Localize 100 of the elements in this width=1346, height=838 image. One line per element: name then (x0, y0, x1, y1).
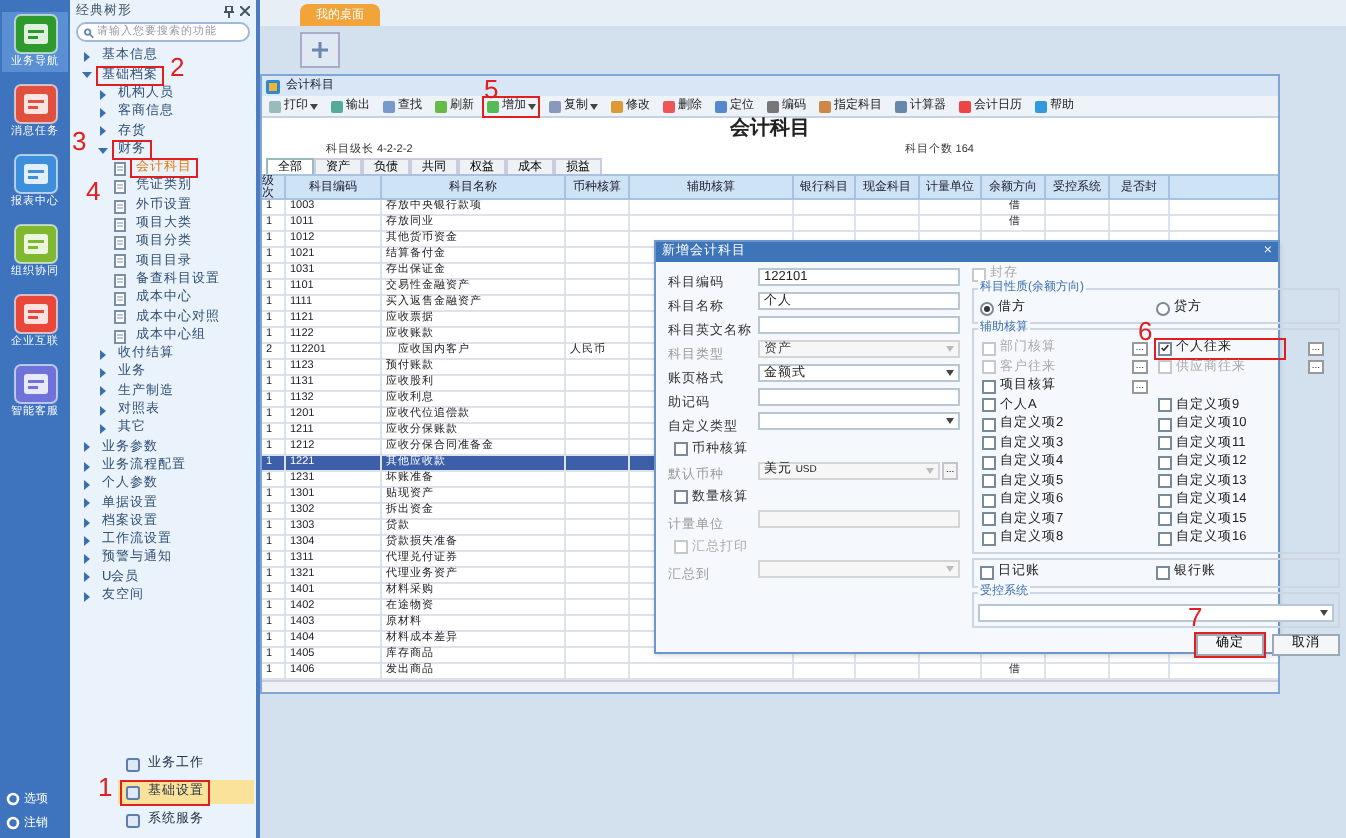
toolbar-icon (1034, 99, 1048, 113)
radio-button[interactable] (1156, 301, 1170, 316)
toolbar-icon (818, 99, 832, 113)
expand-caret-icon[interactable] (82, 517, 92, 528)
document-icon (114, 236, 126, 251)
collapse-caret-icon[interactable] (82, 70, 92, 81)
checkbox[interactable] (982, 474, 996, 489)
checkbox[interactable] (674, 442, 688, 457)
toolbar-icon (958, 99, 972, 113)
expand-caret-icon[interactable] (98, 126, 108, 137)
document-icon (114, 329, 126, 344)
expand-caret-icon[interactable] (82, 498, 92, 509)
checkbox[interactable] (1158, 474, 1172, 489)
collapse-caret-icon[interactable] (98, 145, 108, 156)
expand-caret-icon[interactable] (82, 535, 92, 546)
toolbar-icon (268, 99, 282, 113)
text-field[interactable] (758, 316, 960, 335)
toolbar-icon (610, 99, 624, 113)
step-number: 7 (1188, 603, 1203, 630)
checkbox[interactable] (1156, 565, 1170, 580)
expand-caret-icon[interactable] (98, 405, 108, 416)
expand-caret-icon[interactable] (82, 554, 92, 565)
document-icon (114, 180, 126, 195)
checkbox[interactable] (1158, 531, 1172, 546)
horizontal-scrollbar[interactable] (262, 680, 1278, 692)
plus-icon (312, 42, 328, 58)
expand-caret-icon[interactable] (82, 479, 92, 490)
expand-caret-icon[interactable] (82, 442, 92, 453)
checkbox[interactable] (1158, 455, 1172, 470)
step-number: 4 (86, 177, 101, 204)
toolbar-icon (434, 99, 448, 113)
expand-caret-icon[interactable] (82, 591, 92, 602)
dropdown-caret-icon (926, 467, 934, 474)
dropdown-caret-icon (1320, 609, 1328, 616)
document-icon (114, 161, 126, 176)
document-icon (114, 199, 126, 214)
dropdown-caret-icon[interactable] (310, 103, 318, 109)
toolbar-icon (714, 99, 728, 113)
toolbar-icon (766, 99, 780, 113)
document-icon (114, 273, 126, 288)
text-field[interactable] (758, 388, 960, 407)
toolbar-icon (548, 99, 562, 113)
toolbar-icon (330, 99, 344, 113)
checkbox[interactable] (982, 455, 996, 470)
checkbox[interactable] (982, 417, 996, 432)
dropdown-caret-icon (946, 346, 954, 353)
expand-caret-icon[interactable] (98, 424, 108, 435)
expand-caret-icon[interactable] (98, 89, 108, 100)
checkbox[interactable] (982, 493, 996, 508)
desktop-shortcut[interactable] (300, 32, 340, 68)
dropdown-caret-icon (946, 566, 954, 573)
checkbox[interactable] (1158, 512, 1172, 527)
checkbox[interactable] (982, 512, 996, 527)
checkbox[interactable] (1158, 417, 1172, 432)
step-number: 2 (170, 54, 185, 81)
document-icon (114, 217, 126, 232)
toolbar-icon (486, 99, 500, 113)
checkbox[interactable] (674, 490, 688, 505)
app-icon (266, 79, 280, 93)
app-icon (13, 154, 57, 194)
document-icon (114, 254, 126, 269)
document-icon (114, 292, 126, 306)
toolbar-icon (662, 99, 676, 113)
expand-caret-icon[interactable] (98, 349, 108, 360)
dropdown-caret-icon[interactable] (528, 103, 536, 109)
document-icon (114, 310, 126, 325)
expand-caret-icon[interactable] (82, 52, 92, 63)
checkbox[interactable] (1158, 398, 1172, 413)
expand-caret-icon[interactable] (98, 108, 108, 119)
toolbar-icon (894, 99, 908, 113)
checkbox[interactable] (982, 398, 996, 413)
app-icon (13, 294, 57, 334)
expand-caret-icon[interactable] (82, 461, 92, 472)
expand-caret-icon[interactable] (98, 368, 108, 379)
checkbox[interactable] (1158, 493, 1172, 508)
dropdown-caret-icon (946, 418, 954, 425)
step-number: 6 (1138, 317, 1153, 344)
app-icon (13, 224, 57, 264)
checkbox[interactable] (982, 531, 996, 546)
step-number: 1 (98, 774, 113, 800)
radio-button[interactable] (980, 301, 994, 316)
toolbar-icon (382, 99, 396, 113)
checkbox[interactable] (1158, 436, 1172, 451)
app-icon (13, 14, 57, 54)
expand-caret-icon[interactable] (82, 572, 92, 583)
dropdown-field[interactable] (978, 603, 1334, 622)
dropdown-caret-icon (946, 370, 954, 377)
app-icon (13, 364, 57, 404)
pin-icon[interactable] (224, 5, 234, 17)
checkbox[interactable] (982, 436, 996, 451)
dropdown-field[interactable] (758, 412, 960, 431)
search-icon (84, 27, 94, 37)
app-icon (13, 84, 57, 124)
checkbox[interactable] (982, 379, 996, 394)
dropdown-caret-icon[interactable] (590, 103, 598, 109)
checkbox[interactable] (1158, 341, 1172, 356)
checkbox[interactable] (980, 565, 994, 580)
close-icon[interactable] (240, 5, 250, 15)
step-number: 3 (72, 128, 87, 155)
expand-caret-icon[interactable] (98, 386, 108, 397)
